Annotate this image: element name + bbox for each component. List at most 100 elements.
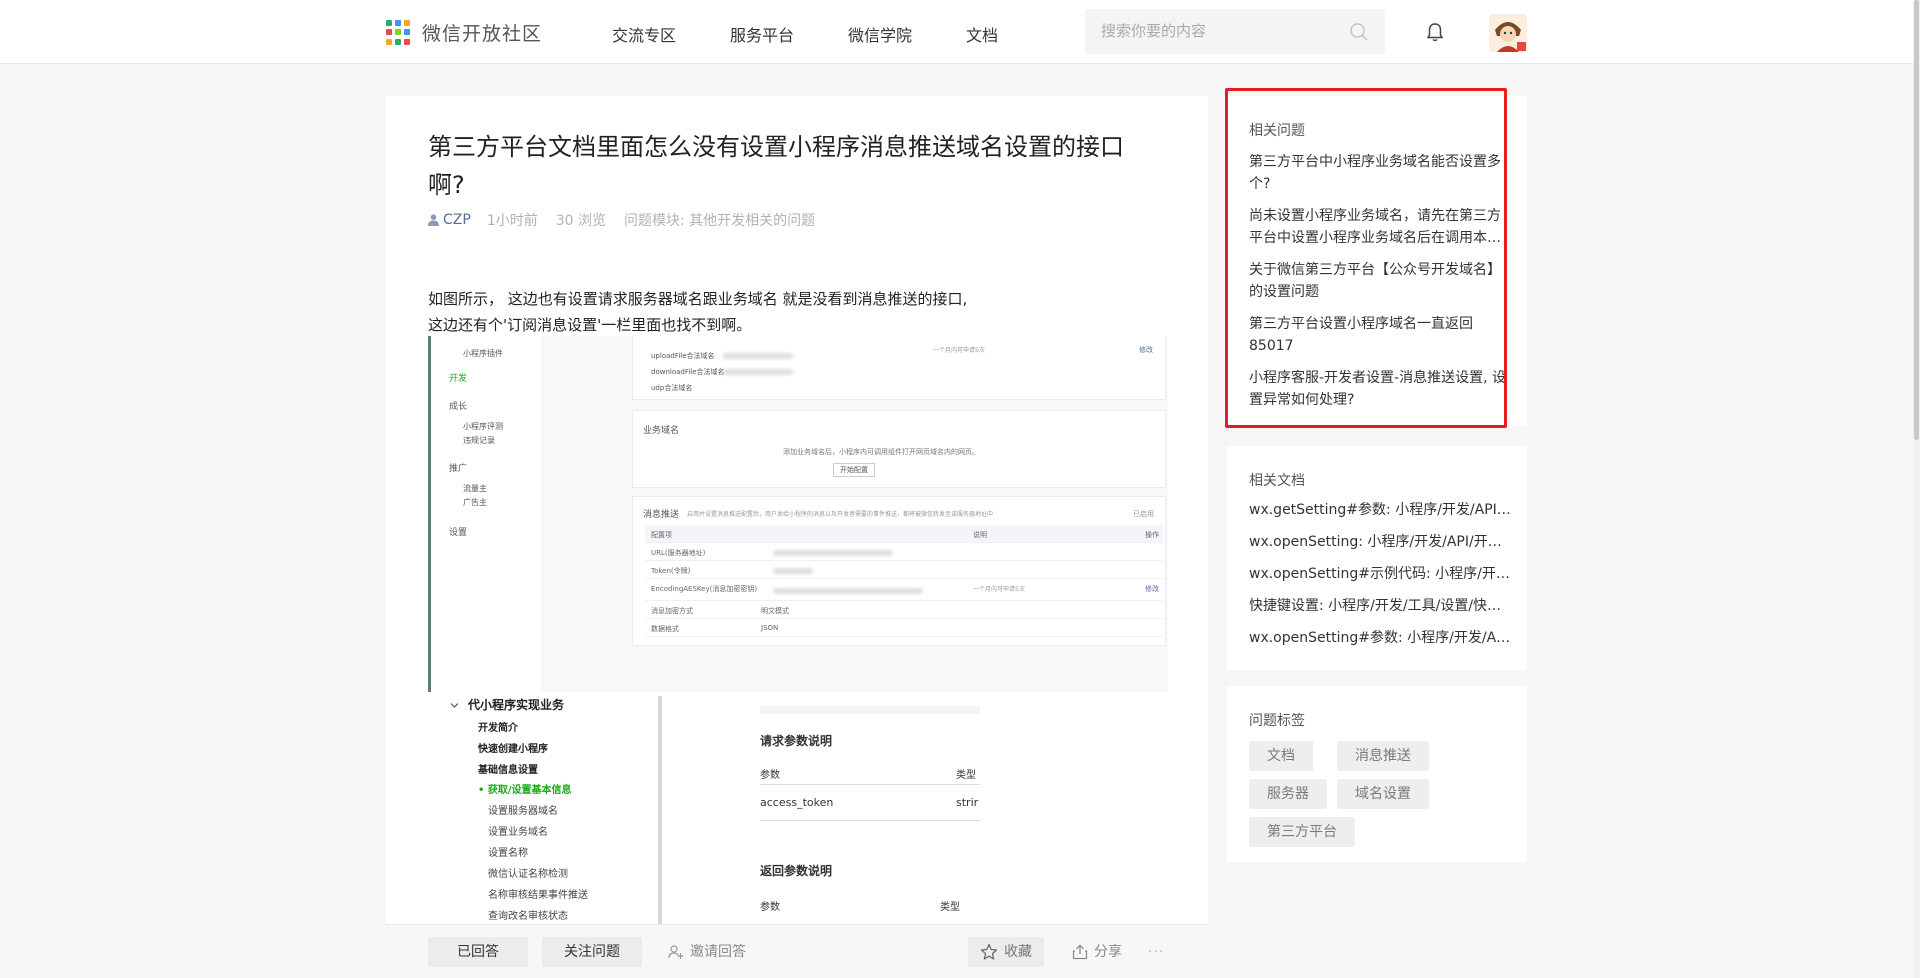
screenshot-text: 已启用 [1133, 510, 1154, 518]
screenshot-text: 消息推送 [643, 510, 680, 520]
main-nav: 交流专区 服务平台 微信学院 文档 [612, 22, 1052, 46]
related-doc-link[interactable]: wx.openSetting#示例代码: 小程序/开发/API/开放接口 [1249, 563, 1511, 585]
blurred-value [723, 353, 793, 359]
screenshot-text: 设置业务域名 [488, 827, 548, 838]
logo-text: 微信开放社区 [422, 23, 543, 45]
screenshot-panel: 业务域名 添加业务域名后，小程序内可调用组件打开网页域名内的网页。 开始配置 [632, 410, 1166, 488]
question-body: 如图所示， 这边也有设置请求服务器域名跟业务域名 就是没看到消息推送的接口, 这… [428, 286, 1148, 338]
question-tags-title: 问题标签 [1249, 713, 1305, 729]
nav-item-docs[interactable]: 文档 [966, 22, 998, 46]
tag-third-party[interactable]: 第三方平台 [1249, 817, 1355, 847]
highlight-box [1225, 88, 1507, 428]
invite-answer-button[interactable]: 邀请回答 [668, 937, 746, 967]
answered-button[interactable]: 已回答 [428, 937, 528, 967]
scrollbar-thumb[interactable] [1914, 0, 1919, 440]
blurred-value [773, 568, 813, 574]
screenshot-text: 配置项 [651, 531, 672, 539]
share-button[interactable]: 分享 [1072, 937, 1122, 967]
screenshot-text: 设置 [449, 528, 468, 538]
view-count: 30 浏览 [555, 213, 606, 229]
notification-bell-icon[interactable] [1424, 21, 1446, 43]
tag-docs[interactable]: 文档 [1249, 741, 1313, 771]
nav-item-service[interactable]: 服务平台 [730, 22, 794, 46]
screenshot-text: 参数 [760, 902, 780, 913]
invite-user-icon [668, 945, 684, 959]
screenshot-text: 明文模式 [761, 607, 789, 615]
screenshot-row: 配置项 说明 操作 [645, 525, 1163, 543]
body-line: 如图所示， 这边也有设置请求服务器域名跟业务域名 就是没看到消息推送的接口, [428, 290, 968, 308]
code-block [760, 706, 980, 714]
screenshot-text: uploadFile合法域名 [651, 352, 715, 360]
screenshot-text: 查询改名审核状态 [488, 911, 568, 922]
screenshot-text: 获取/设置基本信息 [487, 785, 572, 796]
screenshot-text: 消息加密方式 [651, 607, 693, 615]
search-icon[interactable] [1349, 22, 1369, 42]
divider [760, 784, 980, 785]
collect-label: 收藏 [1004, 944, 1032, 960]
screenshot-text: 流量主 [463, 484, 487, 493]
screenshot-text: 说明 [973, 531, 987, 539]
invite-answer-label: 邀请回答 [690, 944, 746, 960]
post-time: 1小时前 [486, 213, 538, 229]
logo-icon [386, 19, 412, 46]
screenshot-text: 参数 [760, 770, 780, 781]
blurred-value [773, 588, 923, 594]
screenshot-text: 成长 [449, 402, 468, 412]
avatar-image [1489, 14, 1527, 52]
related-doc-link[interactable]: wx.getSetting#参数: 小程序/开发/API/开放接口/设置 [1249, 499, 1511, 521]
screenshot-text: 操作 [1145, 531, 1159, 539]
chevron-down-icon [450, 703, 459, 708]
screenshot-row: 数据格式 JSON [645, 619, 1163, 637]
screenshot-text: 开发 [449, 374, 468, 384]
site-logo[interactable]: 微信开放社区 [386, 19, 542, 46]
screenshot-text: 类型 [940, 902, 960, 913]
screenshot-text: udp合法域名 [651, 384, 693, 392]
question-action-bar: 已回答 关注问题 邀请回答 收藏 分享 ··· [386, 924, 1208, 978]
screenshot-text: JSON [761, 624, 779, 632]
author-name[interactable]: CZP [443, 212, 471, 228]
star-icon [980, 943, 998, 960]
follow-question-button[interactable]: 关注问题 [542, 937, 642, 967]
search-input[interactable] [1101, 20, 1341, 42]
tag-message-push[interactable]: 消息推送 [1337, 741, 1429, 771]
tag-domain-settings[interactable]: 域名设置 [1337, 779, 1429, 809]
screenshot-text: 开发简介 [478, 723, 518, 734]
tag-server[interactable]: 服务器 [1249, 779, 1327, 809]
screenshot-text: 一个月内可申请5次 [973, 586, 1025, 593]
divider [760, 820, 980, 821]
screenshot-text: 代小程序实现业务 [468, 698, 565, 712]
blurred-value [723, 369, 793, 375]
screenshot-text: • 获取/设置基本信息 [478, 785, 572, 796]
nav-item-academy[interactable]: 微信学院 [848, 22, 912, 46]
attached-screenshot[interactable]: 小程序插件 开发 成长 小程序评测 违规记录 推广 流量主 广告主 设置 upl… [428, 336, 1168, 692]
screenshot-sidebar: 小程序插件 开发 成长 小程序评测 违规记录 推广 流量主 广告主 设置 [431, 336, 541, 692]
screenshot-panel: 消息推送 启用并设置消息推送配置后，用户发给小程序的消息以及开发者需要的事件推送… [632, 496, 1166, 646]
screenshot-text: 小程序插件 [463, 349, 503, 358]
more-button[interactable]: ··· [1148, 937, 1164, 967]
user-avatar[interactable] [1489, 14, 1527, 52]
screenshot-panel: uploadFile合法域名 downloadFile合法域名 udp合法域名 … [632, 336, 1166, 400]
screenshot-text: URL(服务器地址) [651, 549, 706, 557]
user-icon [428, 214, 439, 226]
screenshot-text: 开始配置 [833, 463, 875, 477]
screenshot-text: 类型 [956, 770, 976, 781]
related-doc-link[interactable]: wx.openSetting#参数: 小程序/开发/API/开放接口 [1249, 627, 1511, 649]
collect-button[interactable]: 收藏 [968, 937, 1044, 967]
screenshot-row: Token(令牌) [645, 561, 1163, 579]
related-doc-link[interactable]: 快捷键设置: 小程序/开发/工具/设置/快捷键 [1249, 595, 1511, 617]
screenshot-text: strir [956, 796, 979, 809]
screenshot-row: 消息加密方式 明文模式 [645, 601, 1163, 619]
attached-screenshot[interactable]: 代小程序实现业务 开发简介 快速创建小程序 基础信息设置 • 获取/设置基本信息… [428, 696, 1168, 956]
question-tags-card: 问题标签 文档 消息推送 服务器 域名设置 第三方平台 [1227, 686, 1527, 862]
question-title: 第三方平台文档里面怎么没有设置小程序消息推送域名设置的接口啊? [428, 133, 1124, 199]
screenshot-text: 广告主 [463, 498, 487, 507]
nav-item-community[interactable]: 交流专区 [612, 22, 676, 46]
share-icon [1072, 944, 1088, 960]
screenshot-text: downloadFile合法域名 [651, 368, 725, 376]
screenshot-sidebar: 代小程序实现业务 开发简介 快速创建小程序 基础信息设置 • 获取/设置基本信息… [428, 696, 662, 956]
page-scrollbar[interactable] [1913, 0, 1920, 978]
screenshot-text: 推广 [449, 464, 468, 474]
question-meta: CZP 1小时前 30 浏览 问题模块: 其他开发相关的问题 [428, 210, 833, 230]
screenshot-text: 返回参数说明 [760, 864, 833, 878]
related-doc-link[interactable]: wx.openSetting: 小程序/开发/API/开放接口/设置 [1249, 531, 1511, 553]
